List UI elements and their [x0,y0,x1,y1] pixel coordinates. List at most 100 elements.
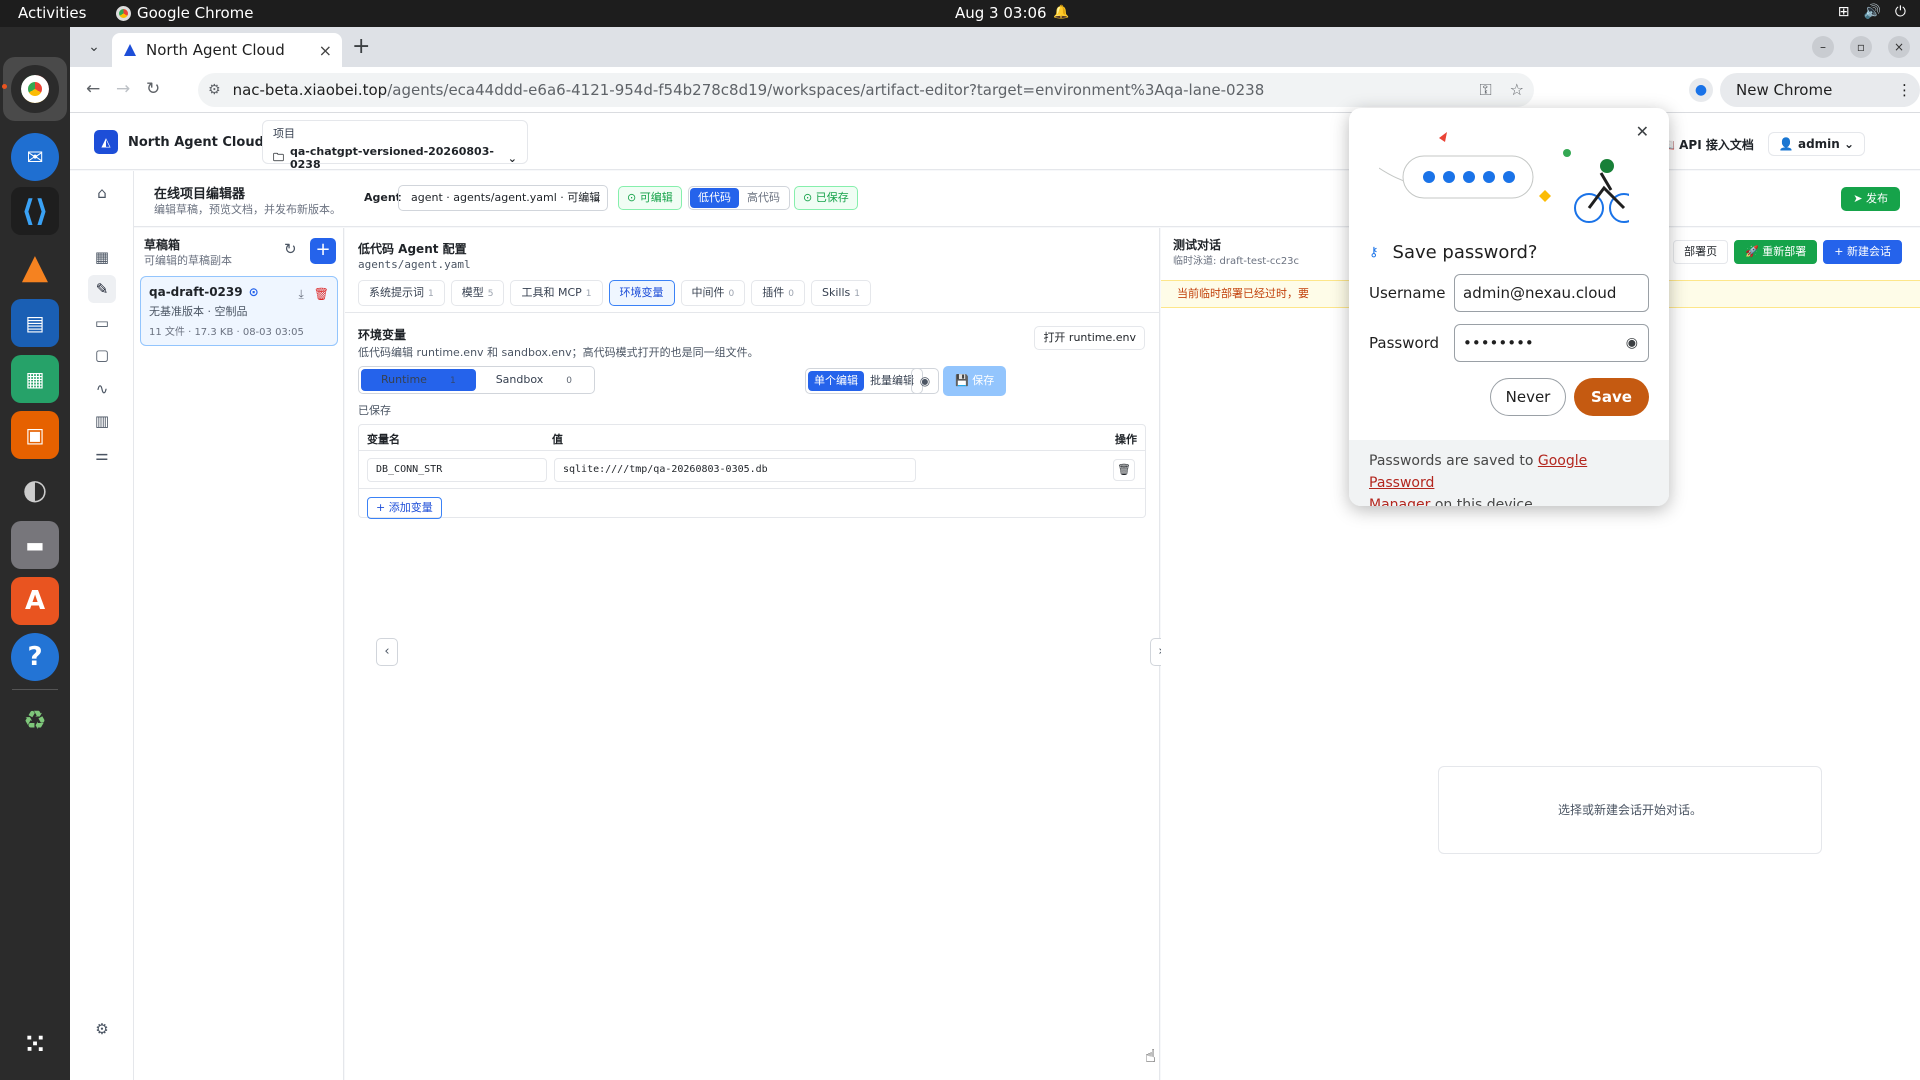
bot-icon[interactable]: ⌂ [88,179,116,207]
back-icon[interactable]: ← [86,79,100,99]
trash-icon[interactable]: ♻ [11,697,59,745]
deploy-page-button[interactable]: 部署页 [1673,240,1729,264]
activity-icon[interactable]: ∿ [88,375,116,403]
system-tray[interactable]: ⊞ 🔊 ⏻ [1838,4,1906,20]
bookmark-star-icon[interactable]: ☆ [1510,80,1524,100]
brand-logo-icon: ◭ [94,130,118,154]
add-variable-button[interactable]: + 添加变量 [367,497,442,519]
delete-icon[interactable]: 🗑 [314,287,329,302]
chrome-dock-icon[interactable] [11,65,59,113]
tab-middleware[interactable]: 中间件 0 [680,280,746,306]
tab-model[interactable]: 模型 5 [450,280,505,306]
password-manager-link-cont[interactable]: Manager [1369,497,1430,506]
sandbox-tab[interactable]: Sandbox 0 [476,369,592,391]
user-name: admin [1797,137,1840,151]
tab-env-vars[interactable]: 环境变量 [608,280,675,306]
files-icon[interactable]: ▬ [11,521,59,569]
address-bar[interactable]: ⚙ nac-beta.xiaobei.top/agents/eca44ddd-e… [198,73,1534,107]
terminal-icon[interactable]: ▭ [88,309,116,337]
project-label: 项目 [273,127,295,140]
tab-plugins[interactable]: 插件 0 [751,280,805,306]
dashboard-icon[interactable]: ▦ [88,243,116,271]
empty-chat-placeholder: 选择或新建会话开始对话。 [1438,766,1822,854]
api-docs-link[interactable]: 📖 API 接入文档 [1660,136,1754,153]
writer-icon[interactable]: ▤ [11,299,59,347]
save-label: 保存 [972,374,995,387]
chat-icon[interactable]: ▢ [88,341,116,369]
reload-icon[interactable]: ↻ [146,79,160,99]
maximize-icon[interactable]: ▫ [1850,36,1872,58]
activities-button[interactable]: Activities [18,4,86,22]
chrome-menu-icon[interactable]: ⋮ [1897,73,1912,107]
browser-tab[interactable]: North Agent Cloud × [112,33,342,67]
runtime-tab[interactable]: Runtime 1 [361,369,476,391]
forward-icon[interactable]: → [116,79,130,99]
table-header: 变量名 值 操作 [359,425,1145,451]
redeploy-button[interactable]: 🚀 重新部署 [1734,240,1818,264]
new-tab-icon[interactable]: + [352,35,370,59]
collapse-left-icon[interactable]: ‹ [376,638,398,666]
tab-label: 环境变量 [619,286,664,299]
eye-icon[interactable]: ◉ [911,368,939,394]
brand[interactable]: ◭ North Agent Cloud [94,130,264,154]
high-code-tab[interactable]: 高代码 [739,188,788,208]
user-menu[interactable]: 👤 admin ⌄ [1767,132,1866,156]
vlc-icon[interactable]: ▲ [11,243,59,291]
tab-strip: ⌄ North Agent Cloud × + – ▫ × [70,27,1920,67]
var-name-input[interactable]: DB_CONN_STR [367,458,547,482]
show-password-icon[interactable]: ◉ [1626,325,1638,361]
settings-icon[interactable]: ⚙ [88,1015,116,1043]
chevron-down-icon: ⌄ [507,151,517,165]
chart-icon[interactable]: ▥ [88,407,116,435]
tab-close-icon[interactable]: × [319,41,332,60]
download-icon[interactable]: ⤓ [298,287,303,302]
low-code-tab[interactable]: 低代码 [690,188,739,208]
thunderbird-icon[interactable]: ✉ [11,133,59,181]
rocket-icon: 🚀 [1745,245,1763,258]
browser-toolbar: ← → ↻ ⚙ nac-beta.xiaobei.top/agents/eca4… [70,67,1920,133]
save-password-button[interactable]: Save [1574,378,1649,416]
single-edit-tab[interactable]: 单个编辑 [808,371,864,391]
key-icon: ⚷ [1369,245,1379,260]
project-selector[interactable]: 项目 🗀 qa-chatgpt-versioned-20260803-0238 … [262,120,528,171]
tab-tools-mcp[interactable]: 工具和 MCP 1 [510,280,603,306]
publish-button[interactable]: ➤ 发布 [1841,187,1900,211]
var-value-input[interactable]: sqlite:////tmp/qa-20260803-0305.db [554,458,916,482]
password-key-icon[interactable]: ⚿ [1479,80,1491,100]
password-field[interactable]: •••••••• ◉ [1454,324,1649,362]
close-icon[interactable]: ✕ [1636,122,1649,141]
sliders-icon[interactable]: ⚌ [88,441,116,469]
chrome-update-button[interactable]: New Chrome available ⋮ [1720,73,1920,133]
edit-icon[interactable]: ✎ [88,275,116,303]
active-app-menu[interactable]: Google Chrome [116,4,254,22]
calc-icon[interactable]: ▦ [11,355,59,403]
gimp-icon[interactable]: ◐ [11,465,59,513]
env-table: 变量名 值 操作 DB_CONN_STR sqlite:////tmp/qa-2… [358,424,1146,519]
draft-card[interactable]: qa-draft-0239 ⊙ 无基准版本 · 空制品 11 文件 · 17.3… [140,276,338,346]
impress-icon[interactable]: ▣ [11,411,59,459]
new-session-button[interactable]: + 新建会话 [1823,240,1902,264]
refresh-icon[interactable]: ↻ [284,240,297,258]
agent-select[interactable]: agent · agents/agent.yaml · 可编辑 ⌄ [398,185,608,211]
app-center-icon[interactable]: A [11,577,59,625]
help-icon[interactable]: ? [11,633,59,681]
tab-search-icon[interactable]: ⌄ [82,35,106,59]
add-draft-button[interactable]: + [310,238,336,264]
tab-skills[interactable]: Skills 1 [810,280,871,306]
tab-label: 系统提示词 [369,286,424,299]
site-info-icon[interactable]: ⚙ [208,82,221,98]
clock[interactable]: Aug 3 03:06 [955,4,1047,22]
show-apps-icon[interactable]: ⁙ [11,1021,59,1069]
minimize-icon[interactable]: – [1812,36,1834,58]
username-field[interactable]: admin@nexau.cloud [1454,274,1649,312]
profile-avatar-icon[interactable]: ● [1689,78,1713,102]
save-button[interactable]: 💾 保存 [943,366,1007,396]
never-button[interactable]: Never [1490,378,1566,416]
trash-icon[interactable]: 🗑 [1113,459,1135,481]
vscode-icon[interactable]: ⟨⟩ [11,187,59,235]
username-label: Username [1369,284,1446,302]
edit-mode-toggle: 单个编辑 批量编辑 [805,368,923,394]
window-close-icon[interactable]: × [1888,36,1910,58]
open-runtime-env-button[interactable]: 打开 runtime.env [1034,326,1145,350]
tab-system-prompt[interactable]: 系统提示词 1 [358,280,445,306]
